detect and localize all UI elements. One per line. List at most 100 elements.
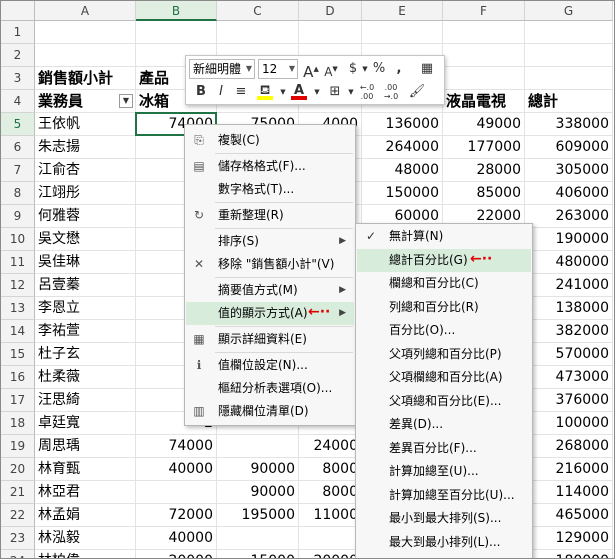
- cell-b1[interactable]: [136, 21, 217, 44]
- cell-f3[interactable]: [443, 67, 525, 90]
- cell-a5[interactable]: 王依帆: [35, 113, 136, 136]
- row-header-24[interactable]: 24: [1, 550, 35, 558]
- cell-g7[interactable]: 305000: [525, 159, 613, 182]
- cell-g15[interactable]: 570000: [525, 343, 613, 366]
- cell-g17[interactable]: 376000: [525, 389, 613, 412]
- submenu-item-6[interactable]: 父項欄總和百分比(A): [357, 366, 531, 389]
- row-header-8[interactable]: 8: [1, 182, 35, 205]
- row-header-6[interactable]: 6: [1, 136, 35, 159]
- context-menu-item-4[interactable]: 排序(S) ▶: [186, 230, 354, 253]
- row-header-19[interactable]: 19: [1, 435, 35, 458]
- submenu-item-8[interactable]: 差異(D)...: [357, 413, 531, 436]
- cell-g2[interactable]: [525, 44, 613, 67]
- font-size-box[interactable]: 12 ▼: [258, 59, 298, 79]
- cell-a17[interactable]: 汪思綺: [35, 389, 136, 412]
- cell-g1[interactable]: [525, 21, 613, 44]
- cell-c23[interactable]: [217, 527, 299, 550]
- row-header-20[interactable]: 20: [1, 458, 35, 481]
- cell-g11[interactable]: 480000: [525, 251, 613, 274]
- column-header-e[interactable]: E: [362, 1, 443, 21]
- row-header-2[interactable]: 2: [1, 44, 35, 67]
- grow-font-button[interactable]: A▲: [302, 60, 320, 81]
- cell-e7[interactable]: 48000: [362, 159, 443, 182]
- cell-a18[interactable]: 卓廷寬: [35, 412, 136, 435]
- cell-g18[interactable]: 100000: [525, 412, 613, 435]
- row-header-11[interactable]: 11: [1, 251, 35, 274]
- cell-a7[interactable]: 江俞杏: [35, 159, 136, 182]
- submenu-item-0[interactable]: ✓ 無計算(N): [357, 225, 531, 248]
- cell-c24[interactable]: 15000: [217, 550, 299, 558]
- cell-f7[interactable]: 28000: [443, 159, 525, 182]
- context-menu-item-6[interactable]: 摘要值方式(M) ▶: [186, 279, 354, 302]
- cell-b23[interactable]: 40000: [136, 527, 217, 550]
- font-color-button[interactable]: A: [290, 82, 308, 100]
- submenu-item-4[interactable]: 百分比(O)...: [357, 319, 531, 342]
- cell-f1[interactable]: [443, 21, 525, 44]
- row-header-15[interactable]: 15: [1, 343, 35, 366]
- cell-e1[interactable]: [362, 21, 443, 44]
- context-menu-item-5[interactable]: ✕ 移除 "銷售額小計"(V): [186, 253, 354, 276]
- context-menu-item-1[interactable]: ▤ 儲存格格式(F)...: [186, 155, 354, 178]
- cell-g10[interactable]: 190000: [525, 228, 613, 251]
- cell-f2[interactable]: [443, 44, 525, 67]
- cell-g19[interactable]: 268000: [525, 435, 613, 458]
- column-header-g[interactable]: G: [525, 1, 613, 21]
- submenu-item-9[interactable]: 差異百分比(F)...: [357, 437, 531, 460]
- row-header-21[interactable]: 21: [1, 481, 35, 504]
- submenu-item-3[interactable]: 列總和百分比(R): [357, 296, 531, 319]
- cell-f8[interactable]: 85000: [443, 182, 525, 205]
- fill-color-button[interactable]: ⛾: [256, 82, 274, 100]
- cell-c20[interactable]: 90000: [217, 458, 299, 481]
- cell-e6[interactable]: 264000: [362, 136, 443, 159]
- cell-g4[interactable]: 總計: [525, 90, 613, 113]
- select-all-corner[interactable]: [1, 1, 35, 21]
- row-header-1[interactable]: 1: [1, 21, 35, 44]
- row-filter-dropdown-icon[interactable]: ▼: [119, 94, 133, 108]
- cell-g3[interactable]: [525, 67, 613, 90]
- cell-g22[interactable]: 465000: [525, 504, 613, 527]
- cell-g20[interactable]: 216000: [525, 458, 613, 481]
- cell-a15[interactable]: 杜子玄: [35, 343, 136, 366]
- submenu-item-10[interactable]: 計算加總至(U)...: [357, 460, 531, 483]
- submenu-item-7[interactable]: 父項總和百分比(E)...: [357, 390, 531, 413]
- row-header-3[interactable]: 3: [1, 67, 35, 90]
- chevron-down-icon[interactable]: ▼: [246, 60, 252, 78]
- cell-d21[interactable]: 8000: [299, 481, 362, 504]
- cell-g6[interactable]: 609000: [525, 136, 613, 159]
- submenu-item-12[interactable]: 最小到最大排列(S)...: [357, 507, 531, 530]
- column-header-b[interactable]: B: [136, 1, 217, 21]
- cell-d1[interactable]: [299, 21, 362, 44]
- cell-a12[interactable]: 呂壹蓁: [35, 274, 136, 297]
- cell-b24[interactable]: 20000: [136, 550, 217, 558]
- cell-c22[interactable]: 195000: [217, 504, 299, 527]
- cell-g24[interactable]: 180000: [525, 550, 613, 558]
- cell-a22[interactable]: 林孟娟: [35, 504, 136, 527]
- cell-d20[interactable]: 8000: [299, 458, 362, 481]
- cell-a3[interactable]: 銷售額小計: [35, 67, 136, 90]
- context-menu-item-3[interactable]: ↻ 重新整理(R): [186, 204, 354, 227]
- row-header-13[interactable]: 13: [1, 297, 35, 320]
- submenu-item-13[interactable]: 最大到最小排列(L)...: [357, 531, 531, 554]
- cell-a1[interactable]: [35, 21, 136, 44]
- cell-a13[interactable]: 李恩立: [35, 297, 136, 320]
- cell-c19[interactable]: [217, 435, 299, 458]
- cell-g8[interactable]: 406000: [525, 182, 613, 205]
- cell-d23[interactable]: [299, 527, 362, 550]
- cell-a10[interactable]: 吳文懋: [35, 228, 136, 251]
- cell-a20[interactable]: 林育甄: [35, 458, 136, 481]
- cell-a6[interactable]: 朱志揚: [35, 136, 136, 159]
- cell-a23[interactable]: 林泓毅: [35, 527, 136, 550]
- cell-a19[interactable]: 周思瑀: [35, 435, 136, 458]
- row-header-10[interactable]: 10: [1, 228, 35, 251]
- submenu-item-5[interactable]: 父項列總和百分比(P): [357, 343, 531, 366]
- row-header-4[interactable]: 4: [1, 90, 35, 113]
- cell-b19[interactable]: 74000: [136, 435, 217, 458]
- cell-f4[interactable]: 液晶電視: [443, 90, 525, 113]
- cell-g13[interactable]: 138000: [525, 297, 613, 320]
- row-header-16[interactable]: 16: [1, 366, 35, 389]
- row-header-14[interactable]: 14: [1, 320, 35, 343]
- cell-c21[interactable]: 90000: [217, 481, 299, 504]
- cell-f6[interactable]: 177000: [443, 136, 525, 159]
- context-menu-item-8[interactable]: ▦ 顯示詳細資料(E): [186, 328, 354, 351]
- cell-e5[interactable]: 136000: [362, 113, 443, 136]
